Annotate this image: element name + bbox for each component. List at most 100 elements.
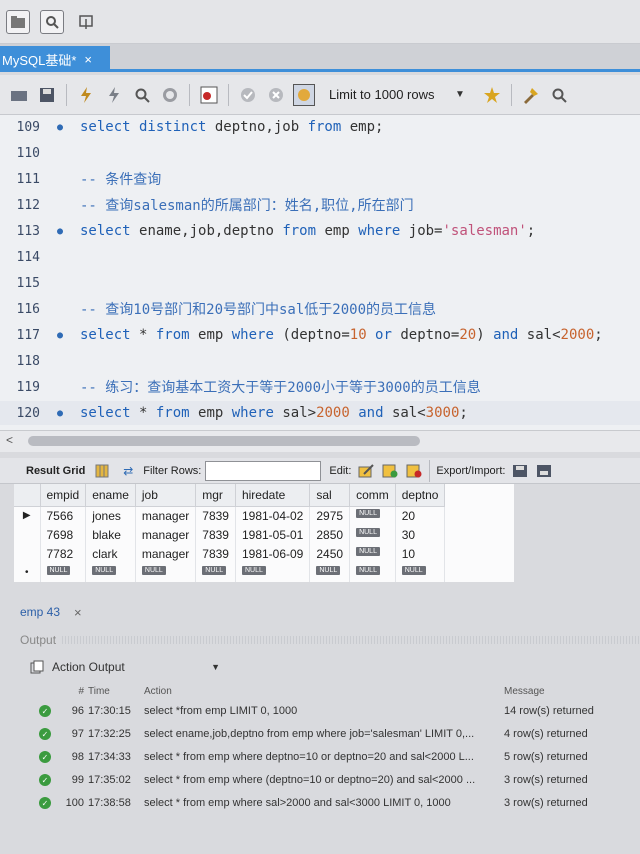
folder-icon[interactable] — [6, 9, 30, 34]
editor-line[interactable]: 116 -- 查询10号部门和20号部门中sal低于2000的员工信息 — [0, 297, 640, 321]
execute-icon[interactable] — [75, 84, 97, 106]
cell-empid[interactable]: 7698 — [40, 525, 87, 544]
column-header-sal[interactable]: sal — [309, 484, 351, 507]
editor-line[interactable]: 115 — [0, 271, 640, 295]
cell-empid[interactable]: NULL — [40, 563, 87, 582]
cell-mgr[interactable]: 7839 — [195, 506, 236, 525]
editor-line[interactable]: 113 ● select ename,job,deptno from emp whe… — [0, 219, 640, 243]
cell-sal[interactable]: 2850 — [309, 525, 351, 544]
filter-rows-input[interactable] — [205, 460, 322, 481]
editor-line[interactable]: 109 ● select distinct deptno,job from emp; — [0, 115, 640, 139]
cell-job[interactable]: manager — [135, 544, 197, 563]
editor-line[interactable]: 110 — [0, 141, 640, 165]
column-header-job[interactable]: job — [135, 484, 197, 507]
result-tab-label[interactable]: emp 43 — [20, 605, 60, 619]
column-header-comm[interactable]: comm — [349, 484, 396, 507]
cell-sal[interactable]: 2975 — [309, 506, 351, 525]
commit-icon[interactable] — [237, 84, 259, 106]
open-file-icon[interactable] — [8, 84, 30, 106]
autocommit-icon[interactable] — [293, 83, 315, 106]
cell-job[interactable]: NULL — [135, 563, 197, 582]
table-row[interactable]: 7782 clark manager 7839 1981-06-09 2450 NULL 10 — [14, 544, 446, 563]
toggle-output-icon[interactable] — [198, 84, 220, 106]
action-output-select[interactable]: Action Output ▼ — [30, 656, 220, 678]
cell-deptno[interactable]: NULL — [395, 563, 446, 582]
cell-mgr[interactable]: 7839 — [195, 525, 236, 544]
add-row-icon[interactable] — [381, 462, 399, 480]
code-text[interactable]: select * from emp where (deptno=10 or de… — [80, 327, 603, 343]
cell-comm[interactable]: NULL — [349, 563, 396, 582]
cell-job[interactable]: manager — [135, 525, 197, 544]
tab-close-icon[interactable]: × — [84, 52, 92, 67]
save-icon[interactable] — [36, 84, 58, 106]
cell-empid[interactable]: 7566 — [40, 506, 87, 525]
cell-comm[interactable]: NULL — [349, 544, 396, 563]
code-text[interactable]: select ename,job,deptno from emp where j… — [80, 223, 535, 239]
code-text[interactable]: -- 查询salesman的所属部门：姓名,职位,所在部门 — [80, 195, 414, 215]
settings-download-icon[interactable] — [74, 10, 98, 34]
search-window-icon[interactable] — [40, 9, 64, 34]
editor-line[interactable]: 118 — [0, 349, 640, 373]
code-text[interactable]: -- 练习：查询基本工资大于等于2000小于等于3000的员工信息 — [80, 377, 481, 397]
editor-line[interactable]: 112 -- 查询salesman的所属部门：姓名,职位,所在部门 — [0, 193, 640, 217]
cell-deptno[interactable]: 10 — [395, 544, 446, 563]
sql-editor[interactable]: 109 ● select distinct deptno,job from emp;… — [0, 115, 640, 430]
cell-hiredate[interactable]: 1981-05-01 — [235, 525, 311, 544]
scrollbar-thumb[interactable] — [28, 436, 420, 446]
export-icon[interactable] — [511, 462, 529, 480]
rollback-icon[interactable] — [265, 84, 287, 106]
find-icon[interactable] — [548, 84, 570, 106]
cell-comm[interactable]: NULL — [349, 506, 396, 525]
execute-current-icon[interactable] — [103, 84, 125, 106]
cell-hiredate[interactable]: 1981-06-09 — [235, 544, 311, 563]
beautify-icon[interactable] — [520, 84, 542, 106]
cell-sal[interactable]: 2450 — [309, 544, 351, 563]
table-row[interactable]: ▶ 7566 jones manager 7839 1981-04-02 2975 NULL 2… — [14, 506, 446, 525]
editor-line[interactable]: 114 — [0, 245, 640, 269]
cell-mgr[interactable]: 7839 — [195, 544, 236, 563]
output-row[interactable]: ✓ 96 17:30:15 select *from emp LIMIT 0, 100… — [30, 700, 630, 722]
row-marker[interactable] — [14, 525, 41, 544]
refresh-icon[interactable]: ⇄ — [119, 462, 137, 480]
output-row[interactable]: ✓ 97 17:32:25 select ename,job,deptno from … — [30, 723, 630, 745]
column-header-deptno[interactable]: deptno — [395, 484, 446, 507]
code-text[interactable]: -- 条件查询 — [80, 169, 161, 189]
code-text[interactable]: select * from emp where sal>2000 and sal… — [80, 405, 468, 421]
column-header-empid[interactable]: empid — [40, 484, 87, 507]
grid-view-icon[interactable] — [93, 462, 111, 480]
column-header-mgr[interactable]: mgr — [195, 484, 236, 507]
editor-line[interactable]: 111 -- 条件查询 — [0, 167, 640, 191]
cell-deptno[interactable]: 20 — [395, 506, 446, 525]
limit-rows-select[interactable]: Limit to 1000 rows — [329, 87, 449, 102]
cell-mgr[interactable]: NULL — [195, 563, 236, 582]
output-row[interactable]: ✓ 100 17:38:58 select * from emp where sal>… — [30, 792, 630, 814]
editor-horizontal-scrollbar[interactable]: < — [0, 430, 640, 452]
copy-icon[interactable] — [30, 660, 44, 674]
editor-line[interactable]: 117 ● select * from emp where (deptno=10 o… — [0, 323, 640, 347]
column-header-hiredate[interactable]: hiredate — [235, 484, 311, 507]
code-text[interactable]: select distinct deptno,job from emp; — [80, 119, 383, 135]
result-tab-close-icon[interactable]: × — [74, 605, 82, 620]
cell-job[interactable]: manager — [135, 506, 197, 525]
output-row[interactable]: ✓ 98 17:34:33 select * from emp where deptn… — [30, 746, 630, 768]
result-grid-label[interactable]: Result Grid — [26, 465, 85, 477]
chevron-down-icon[interactable]: ▼ — [211, 662, 220, 672]
cell-comm[interactable]: NULL — [349, 525, 396, 544]
stop-icon[interactable] — [159, 84, 181, 106]
cell-ename[interactable]: blake — [85, 525, 136, 544]
row-marker[interactable]: ▶ — [14, 506, 41, 525]
table-row[interactable]: • NULL NULL NULL NULL NULL NULL NULL NULL — [14, 563, 446, 582]
cell-sal[interactable]: NULL — [309, 563, 351, 582]
editor-line[interactable]: 120 ● select * from emp where sal>2000 and… — [0, 401, 640, 425]
row-marker[interactable]: • — [14, 563, 41, 582]
table-row[interactable]: 7698 blake manager 7839 1981-05-01 2850 NULL 30 — [14, 525, 446, 544]
column-header-ename[interactable]: ename — [85, 484, 136, 507]
editor-line[interactable]: 119 -- 练习：查询基本工资大于等于2000小于等于3000的员工信息 — [0, 375, 640, 399]
import-icon[interactable] — [535, 462, 553, 480]
cell-ename[interactable]: clark — [85, 544, 136, 563]
cell-ename[interactable]: NULL — [85, 563, 136, 582]
scroll-left-icon[interactable]: < — [6, 433, 13, 447]
output-row[interactable]: ✓ 99 17:35:02 select * from emp where (dept… — [30, 769, 630, 791]
explain-icon[interactable] — [131, 84, 153, 106]
result-tab-emp[interactable]: emp 43 × — [20, 600, 82, 624]
